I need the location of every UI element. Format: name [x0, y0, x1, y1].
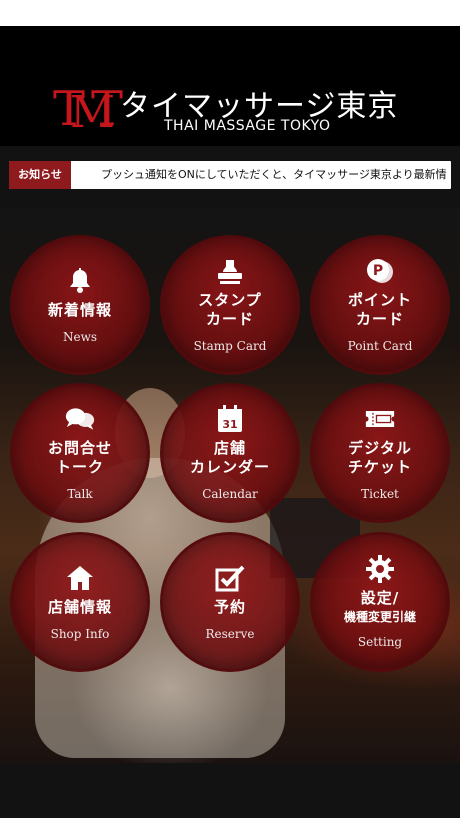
checkbox-icon — [215, 564, 245, 592]
svg-text:31: 31 — [222, 418, 237, 431]
calendar-button[interactable]: 31 店舗 カレンダー Calendar — [160, 383, 300, 523]
stamp-card-label-jp: スタンプ カード — [198, 291, 262, 328]
notice-ticker[interactable]: お知らせ プッシュ通知をONにしていただくと、タイマッサージ東京より最新情 — [9, 161, 451, 189]
talk-label-jp: お問合せ トーク — [47, 439, 112, 476]
notice-bar: お知らせ プッシュ通知をONにしていただくと、タイマッサージ東京より最新情 — [0, 146, 460, 208]
top-status-bar — [0, 0, 460, 26]
shop-info-button[interactable]: 店舗情報 Shop Info — [10, 532, 150, 672]
reserve-button[interactable]: 予約 Reserve — [160, 532, 300, 672]
ticket-button[interactable]: デジタル チケット Ticket — [310, 383, 450, 523]
setting-label-jp-sub: 機種変更引継 — [343, 610, 416, 624]
reserve-label-en: Reserve — [205, 626, 255, 641]
setting-label-en: Setting — [357, 635, 403, 649]
stamp-card-button[interactable]: スタンプ カード Stamp Card — [160, 235, 300, 375]
bottom-bar — [0, 763, 460, 818]
ticket-label-jp: デジタル チケット — [347, 439, 412, 476]
news-label-jp: 新着情報 — [47, 300, 112, 319]
stamp-card-label-en: Stamp Card — [193, 339, 267, 353]
calendar-label-jp: 店舗 カレンダー — [189, 439, 270, 476]
calendar-icon: 31 — [215, 405, 245, 433]
stamp-icon — [215, 257, 245, 285]
shop-info-label-jp: 店舗情報 — [47, 597, 112, 616]
notice-text[interactable]: プッシュ通知をONにしていただくと、タイマッサージ東京より最新情 — [101, 161, 447, 189]
app-header: T M T タイマッサージ東京 THAI MASSAGE TOKYO — [0, 26, 460, 146]
point-card-label-jp: ポイント カード — [347, 291, 412, 328]
news-label-en: News — [62, 329, 98, 344]
bell-icon — [65, 267, 95, 295]
ticket-icon — [365, 405, 395, 433]
setting-label-jp: 設定/ — [360, 589, 400, 607]
calendar-label-en: Calendar — [202, 487, 258, 501]
ticket-label-en: Ticket — [361, 487, 399, 501]
talk-label-en: Talk — [67, 487, 93, 501]
point-coin-icon: P — [365, 257, 395, 285]
svg-text:P: P — [373, 263, 383, 279]
tmt-logo: T M T — [53, 81, 124, 138]
talk-button[interactable]: お問合せ トーク Talk — [10, 383, 150, 523]
gear-icon — [365, 555, 395, 583]
brand-name-en: THAI MASSAGE TOKYO — [164, 118, 331, 134]
point-card-label-en: Point Card — [347, 339, 413, 353]
notice-badge: お知らせ — [9, 161, 71, 189]
home-icon — [65, 564, 95, 592]
setting-button[interactable]: 設定/ 機種変更引継 Setting — [310, 532, 450, 672]
shop-info-label-en: Shop Info — [50, 626, 110, 641]
point-card-button[interactable]: P ポイント カード Point Card — [310, 235, 450, 375]
news-button[interactable]: 新着情報 News — [10, 235, 150, 375]
chat-bubbles-icon — [65, 405, 95, 433]
menu-area: 新着情報 News スタンプ カード Stamp Card P ポイント カード… — [0, 208, 460, 763]
reserve-label-jp: 予約 — [213, 597, 246, 616]
